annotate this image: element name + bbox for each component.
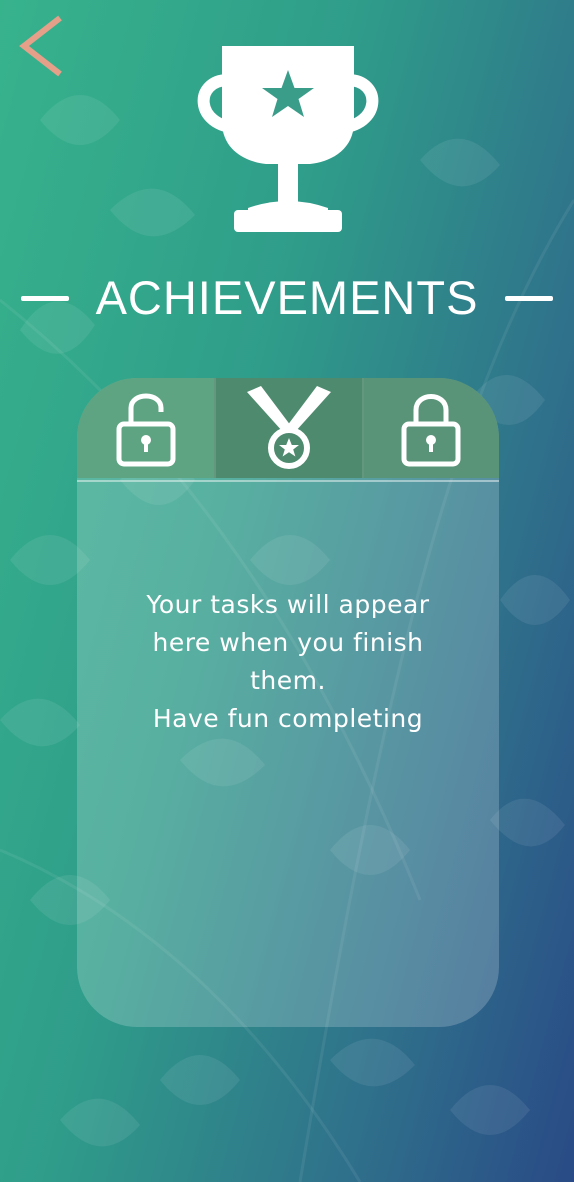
trophy-star-icon: [197, 46, 379, 232]
empty-state-line: Have fun completing: [152, 704, 424, 733]
unlocked-padlock-icon: [116, 393, 176, 467]
locked-padlock-icon: [401, 394, 461, 467]
tab-unlocked[interactable]: [77, 378, 215, 478]
title-dash-right: [505, 296, 553, 301]
tab-medal[interactable]: [214, 378, 364, 478]
empty-state-line: here when you finish: [152, 628, 424, 657]
title-row: ACHIEVEMENTS: [0, 262, 574, 332]
back-button[interactable]: [14, 10, 70, 82]
empty-state-message: Your tasks will appear here when you fin…: [101, 586, 475, 738]
empty-state-line: Your tasks will appear: [146, 590, 430, 619]
chevron-left-icon: [19, 15, 62, 77]
title-dash-left: [21, 296, 69, 301]
tab-bar: [77, 378, 499, 482]
page-title: ACHIEVEMENTS: [95, 271, 479, 324]
tab-locked[interactable]: [363, 378, 499, 478]
achievements-panel: Your tasks will appear here when you fin…: [77, 378, 499, 1027]
empty-state-line: them.: [250, 666, 326, 695]
medal-icon: [247, 386, 331, 469]
